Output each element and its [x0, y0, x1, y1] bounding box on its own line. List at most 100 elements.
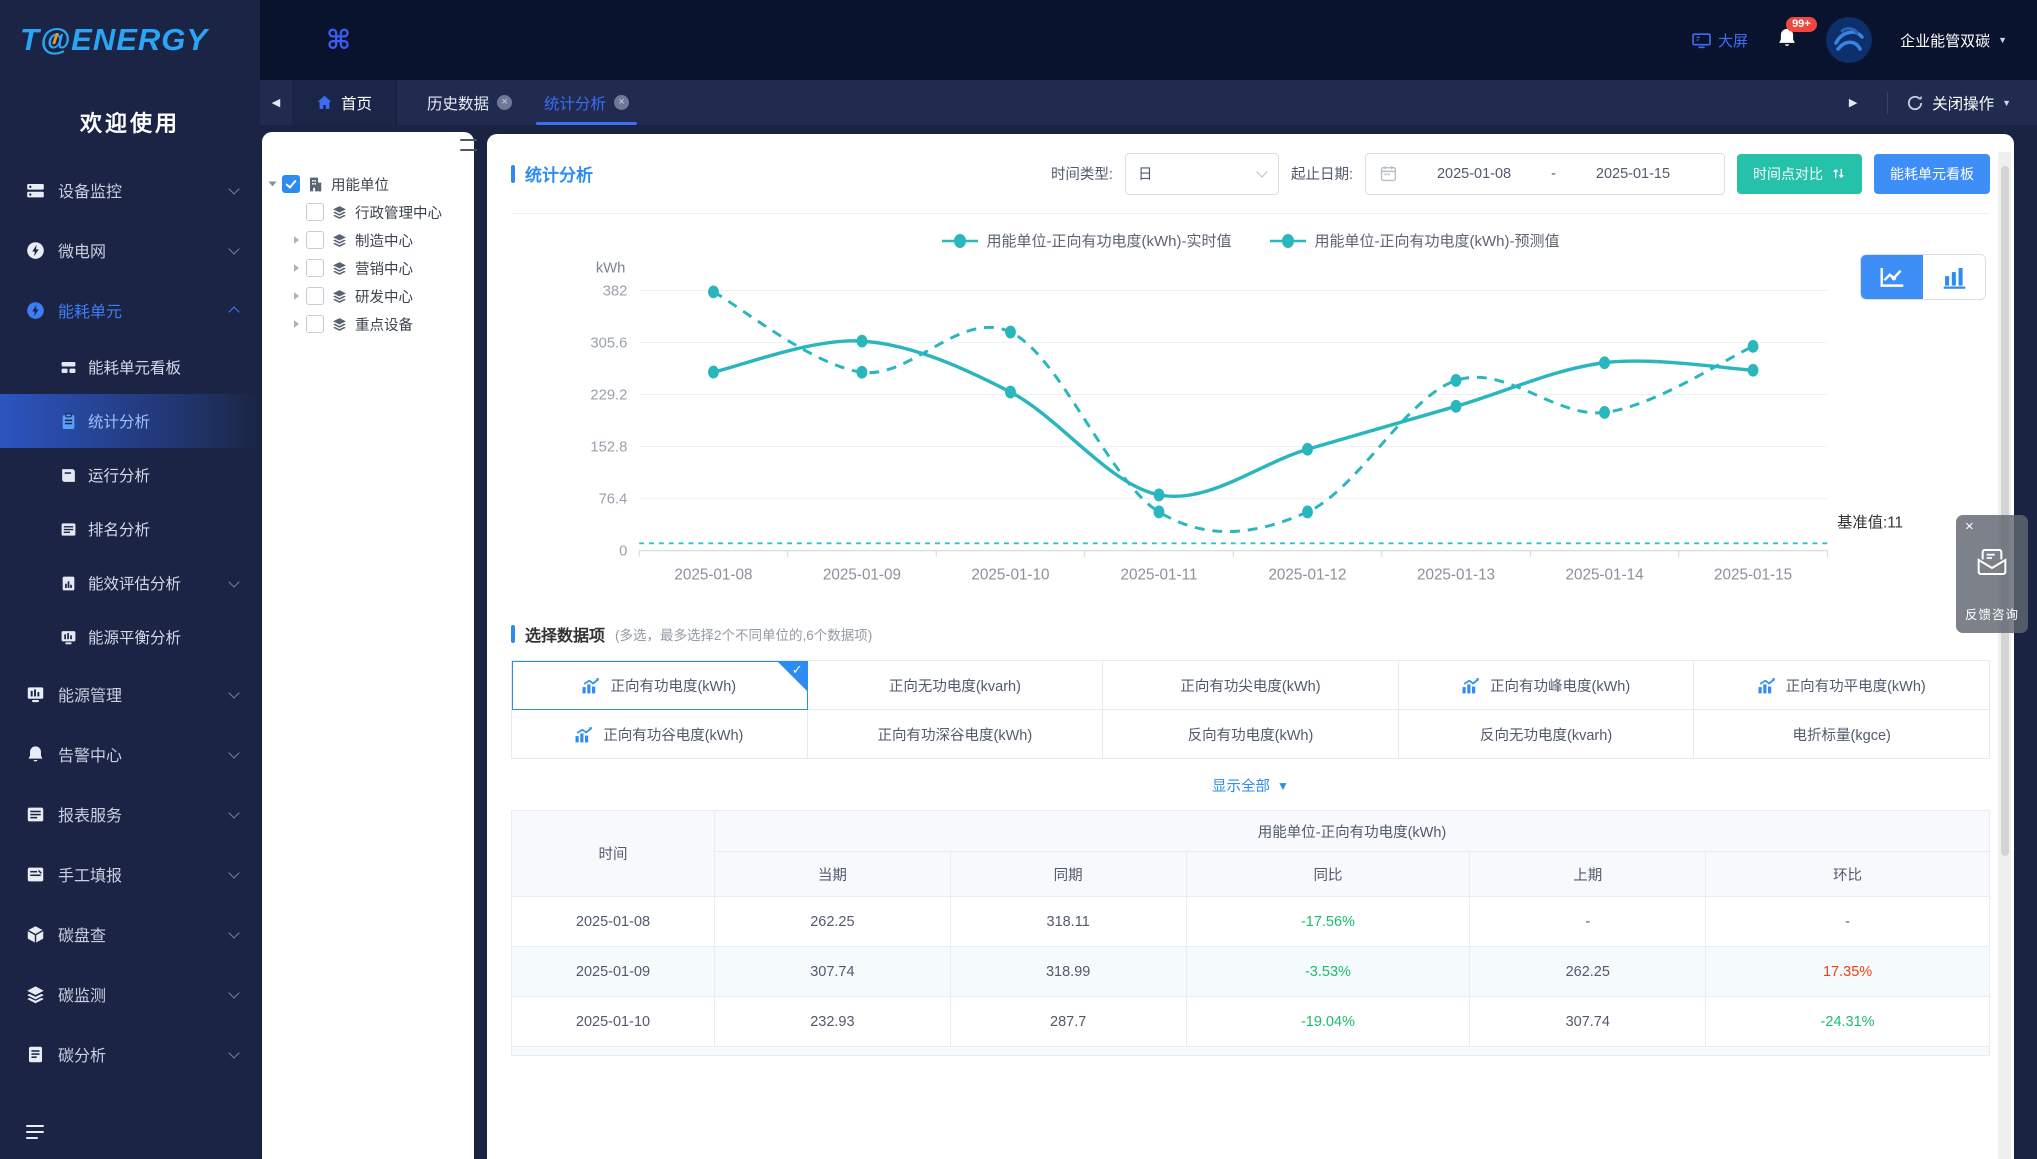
table-row: [511, 1047, 1990, 1057]
chevron-down-icon: [228, 806, 240, 819]
table-row[interactable]: 2025-01-10 232.93 287.7 -19.04% 307.74 -24.31…: [511, 996, 1990, 1048]
sidebar-collapse-button[interactable]: [0, 1105, 260, 1159]
tree-node-label: 用能单位: [331, 177, 389, 194]
close-icon[interactable]: ×: [1965, 518, 1974, 535]
notifications-button[interactable]: 99+: [1776, 16, 1817, 54]
sidebar-item-manual-report[interactable]: 手工填报: [0, 844, 260, 904]
cell-value: -: [1705, 896, 1990, 948]
sidebar-item-label: 排名分析: [88, 522, 151, 539]
close-ops-dropdown[interactable]: 关闭操作 ▼: [1906, 92, 2037, 114]
command-icon[interactable]: ⌘: [326, 25, 351, 56]
org-icon: [307, 176, 324, 193]
date-end[interactable]: 2025-01-15: [1596, 166, 1670, 182]
table-row[interactable]: 2025-01-08 262.25 318.11 -17.56% - -: [511, 896, 1990, 948]
checkbox[interactable]: [306, 231, 324, 249]
line-chart[interactable]: 0 76.4 152.8 229.2 305.6 382 2025-01-08 2025-01…: [511, 255, 1990, 598]
feedback-widget[interactable]: × 反馈咨询: [1956, 515, 2028, 633]
date-range-picker[interactable]: 2025-01-08 - 2025-01-15: [1365, 152, 1725, 195]
tree-node-admin-center[interactable]: 行政管理中心: [270, 198, 474, 226]
list-icon: [26, 805, 45, 824]
chevron-down-icon: [228, 986, 240, 999]
caret-icon[interactable]: [294, 264, 299, 272]
tree-node-energy-org[interactable]: 用能单位: [268, 170, 474, 198]
date-start[interactable]: 2025-01-08: [1437, 166, 1511, 182]
tab-home[interactable]: 首页: [292, 80, 398, 125]
title-bar: [511, 625, 515, 644]
energy-unit-board-button[interactable]: 能耗单元看板: [1874, 153, 1990, 194]
data-item-forward-active-peak[interactable]: 正向有功峰电度(kWh): [1398, 661, 1695, 711]
caret-icon[interactable]: [268, 181, 277, 187]
sidebar-item-energy-unit-board[interactable]: 能耗单元看板: [0, 340, 260, 394]
sidebar-item-device-monitoring[interactable]: 设备监控: [0, 160, 260, 220]
svg-text:2025-01-12: 2025-01-12: [1268, 566, 1346, 583]
tab-history-data[interactable]: 历史数据 ×: [411, 80, 528, 125]
scrollbar[interactable]: [1998, 152, 2011, 1159]
caret-icon[interactable]: [294, 292, 299, 300]
sidebar-item-energy-balance-analysis[interactable]: 能源平衡分析: [0, 610, 260, 664]
topbar-right: 大屏 99+ 企业能管双碳 ▼: [1692, 16, 2037, 63]
sidebar-item-microgrid[interactable]: 微电网: [0, 220, 260, 280]
data-item-label: 反向有功电度(kWh): [1187, 727, 1314, 744]
data-item-forward-active-deep-valley[interactable]: 正向有功深谷电度(kWh): [807, 710, 1104, 760]
legend-item[interactable]: 用能单位-正向有功电度(kWh)-实时值: [941, 230, 1232, 251]
show-all-button[interactable]: 显示全部 ▼: [511, 775, 1990, 796]
sidebar-item-energy-unit[interactable]: 能耗单元: [0, 280, 260, 340]
data-item-forward-active-flat[interactable]: 正向有功平电度(kWh): [1694, 661, 1990, 711]
tree-node-manufacture-center[interactable]: 制造中心: [270, 226, 474, 254]
big-screen-button[interactable]: 大屏: [1692, 30, 1748, 51]
tree-node-marketing-center[interactable]: 营销中心: [270, 254, 474, 282]
time-compare-button[interactable]: 时间点对比: [1737, 153, 1862, 194]
sidebar-item-report-service[interactable]: 报表服务: [0, 784, 260, 844]
layers-sm-icon: [331, 288, 348, 305]
bar-chart-button[interactable]: [1923, 255, 1985, 299]
tree-node-key-equipment[interactable]: 重点设备: [270, 310, 474, 338]
org-switcher[interactable]: 企业能管双碳 ▼: [1900, 30, 2007, 51]
data-item-forward-active-energy[interactable]: 正向有功电度(kWh): [512, 661, 808, 711]
data-item-reverse-reactive-energy[interactable]: 反向无功电度(kvarh): [1398, 710, 1695, 760]
data-item-forward-active-valley[interactable]: 正向有功谷电度(kWh): [512, 710, 808, 760]
data-item-reverse-active-energy[interactable]: 反向有功电度(kWh): [1103, 710, 1399, 760]
tabs: 历史数据 × 统计分析 ×: [411, 80, 645, 125]
sidebar-item-alarm-center[interactable]: 告警中心: [0, 724, 260, 784]
sidebar-item-energy-mgmt[interactable]: 能源管理: [0, 664, 260, 724]
tab-stats-analysis[interactable]: 统计分析 ×: [528, 80, 645, 125]
col-sub-2: 同比: [1185, 851, 1471, 898]
tree-node-rd-center[interactable]: 研发中心: [270, 282, 474, 310]
avatar[interactable]: [1826, 17, 1873, 63]
time-type-select[interactable]: 日: [1124, 152, 1279, 195]
sidebar-item-label: 报表服务: [58, 808, 123, 825]
tabs-scroll-right-button[interactable]: ▶: [1837, 96, 1869, 109]
checkbox[interactable]: [306, 203, 324, 221]
data-item-coal-equivalent[interactable]: 电折标量(kgce): [1694, 710, 1990, 760]
legend-item[interactable]: 用能单位-正向有功电度(kWh)-预测值: [1269, 230, 1559, 251]
checkbox[interactable]: [306, 315, 324, 333]
caret-icon[interactable]: [294, 320, 299, 328]
sidebar-item-carbon-monitor[interactable]: 碳监测: [0, 964, 260, 1024]
sidebar-item-label: 设备监控: [58, 184, 123, 201]
data-item-forward-active-sharp[interactable]: 正向有功尖电度(kWh): [1103, 661, 1399, 711]
close-icon[interactable]: ×: [497, 95, 513, 110]
sidebar-item-label: 运行分析: [88, 468, 151, 485]
close-icon[interactable]: ×: [614, 95, 630, 110]
line-chart-button[interactable]: [1861, 255, 1923, 299]
data-item-forward-reactive-energy[interactable]: 正向无功电度(kvarh): [807, 661, 1104, 711]
logo-at-icon: @: [39, 22, 72, 57]
stats-table: 时间 用能单位-正向有功电度(kWh) 当期 同期 同比 上期 环比 2025-01-08 2…: [511, 810, 1990, 1048]
sidebar-item-carbon-analysis[interactable]: 碳分析: [0, 1024, 260, 1084]
table-row[interactable]: 2025-01-09 307.74 318.99 -3.53% 262.25 17.35%: [511, 946, 1990, 998]
scrollbar-thumb[interactable]: [2000, 166, 2009, 856]
checkbox[interactable]: [306, 259, 324, 277]
sidebar-item-energy-eval-analysis[interactable]: 能效评估分析: [0, 556, 260, 610]
sidebar-item-run-analysis[interactable]: 运行分析: [0, 448, 260, 502]
data-item-label: 正向有功尖电度(kWh): [1180, 678, 1321, 695]
energy-unit-board-label: 能耗单元看板: [1890, 165, 1974, 182]
caret-icon[interactable]: [294, 236, 299, 244]
tabs-scroll-left-button[interactable]: ◀: [260, 96, 292, 109]
chevron-down-icon: ▼: [1998, 35, 2007, 45]
sidebar-item-rank-analysis[interactable]: 排名分析: [0, 502, 260, 556]
checkbox[interactable]: [282, 175, 300, 193]
checkbox[interactable]: [306, 287, 324, 305]
big-screen-label: 大屏: [1718, 32, 1749, 50]
sidebar-item-carbon-inventory[interactable]: 碳盘查: [0, 904, 260, 964]
sidebar-item-stats-analysis[interactable]: 统计分析: [0, 394, 260, 448]
